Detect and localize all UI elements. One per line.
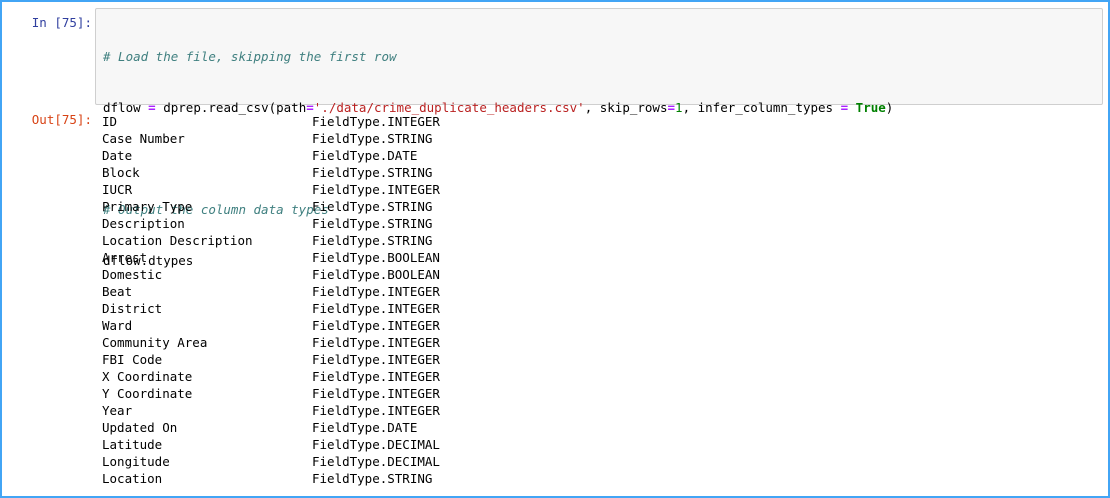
column-type: FieldType.STRING (312, 471, 433, 486)
column-name: Longitude (102, 454, 170, 469)
output-row: Arrest FieldType.BOOLEAN (102, 249, 440, 266)
notebook-code-cell[interactable]: In [75]: # Load the file, skipping the f… (0, 0, 1110, 498)
output-row: Community Area FieldType.INTEGER (102, 334, 440, 351)
output-row: Beat FieldType.INTEGER (102, 283, 440, 300)
column-name: Latitude (102, 437, 163, 452)
output-row: Ward FieldType.INTEGER (102, 317, 440, 334)
column-type: FieldType.BOOLEAN (312, 250, 440, 265)
output-row: Domestic FieldType.BOOLEAN (102, 266, 440, 283)
output-row: Location FieldType.STRING (102, 470, 440, 487)
column-name: Beat (102, 284, 133, 299)
column-type: FieldType.DATE (312, 148, 418, 163)
output-row: FBI Code FieldType.INTEGER (102, 351, 440, 368)
column-name: Domestic (102, 267, 163, 282)
output-row: Location Description FieldType.STRING (102, 232, 440, 249)
column-type: FieldType.DECIMAL (312, 454, 440, 469)
column-type: FieldType.INTEGER (312, 301, 440, 316)
output-row: Case Number FieldType.STRING (102, 130, 440, 147)
output-row: District FieldType.INTEGER (102, 300, 440, 317)
column-type: FieldType.INTEGER (312, 386, 440, 401)
code-number: 1 (675, 100, 683, 115)
output-row: Latitude FieldType.DECIMAL (102, 436, 440, 453)
code-paren: ) (885, 100, 894, 115)
output-row: Year FieldType.INTEGER (102, 402, 440, 419)
column-name: Ward (102, 318, 133, 333)
output-row: Date FieldType.DATE (102, 147, 440, 164)
output-row: Y Coordinate FieldType.INTEGER (102, 385, 440, 402)
column-type: FieldType.INTEGER (312, 182, 440, 197)
output-row: X Coordinate FieldType.INTEGER (102, 368, 440, 385)
column-name: Block (102, 165, 140, 180)
column-type: FieldType.STRING (312, 165, 433, 180)
column-type: FieldType.INTEGER (312, 284, 440, 299)
output-row: Updated On FieldType.DATE (102, 419, 440, 436)
column-name: FBI Code (102, 352, 163, 367)
column-name: Description (102, 216, 185, 231)
column-name: Location (102, 471, 163, 486)
input-prompt: In [75]: (31, 15, 92, 30)
column-name: X Coordinate (102, 369, 193, 384)
column-name: Location Description (102, 233, 253, 248)
column-type: FieldType.STRING (312, 131, 433, 146)
code-arg: , skip_rows (584, 100, 668, 115)
column-type: FieldType.INTEGER (312, 403, 440, 418)
column-name: Date (102, 148, 133, 163)
output-row: Description FieldType.STRING (102, 215, 440, 232)
code-line-1: # Load the file, skipping the first row (103, 48, 893, 65)
column-type: FieldType.INTEGER (312, 114, 440, 129)
code-comment: # Load the file, skipping the first row (103, 49, 397, 64)
column-name: Arrest (102, 250, 148, 265)
column-name: Community Area (102, 335, 208, 350)
column-type: FieldType.BOOLEAN (312, 267, 440, 282)
column-type: FieldType.INTEGER (312, 335, 440, 350)
column-name: District (102, 301, 163, 316)
column-type: FieldType.STRING (312, 233, 433, 248)
output-row: IUCR FieldType.INTEGER (102, 181, 440, 198)
code-editor[interactable]: # Load the file, skipping the first row … (95, 8, 1103, 268)
column-name: Primary Type (102, 199, 193, 214)
column-name: Y Coordinate (102, 386, 193, 401)
output-row: ID FieldType.INTEGER (102, 113, 440, 130)
output-prompt: Out[75]: (31, 112, 92, 127)
code-arg: , infer_column_types (682, 100, 834, 115)
column-type: FieldType.INTEGER (312, 318, 440, 333)
column-type: FieldType.INTEGER (312, 369, 440, 384)
column-type: FieldType.DECIMAL (312, 437, 440, 452)
output-row: Longitude FieldType.DECIMAL (102, 453, 440, 470)
column-name: Year (102, 403, 133, 418)
column-name: Updated On (102, 420, 178, 435)
output-row: Block FieldType.STRING (102, 164, 440, 181)
output-row: Primary Type FieldType.STRING (102, 198, 440, 215)
column-type: FieldType.DATE (312, 420, 418, 435)
column-name: IUCR (102, 182, 133, 197)
column-type: FieldType.STRING (312, 199, 433, 214)
output-area: ID FieldType.INTEGER Case Number FieldType.… (102, 113, 440, 487)
column-name: Case Number (102, 131, 185, 146)
column-type: FieldType.INTEGER (312, 352, 440, 367)
code-operator: = (667, 100, 676, 115)
column-type: FieldType.STRING (312, 216, 433, 231)
code-keyword: True (855, 100, 886, 115)
code-operator: = (840, 100, 849, 115)
column-name: ID (102, 114, 118, 129)
